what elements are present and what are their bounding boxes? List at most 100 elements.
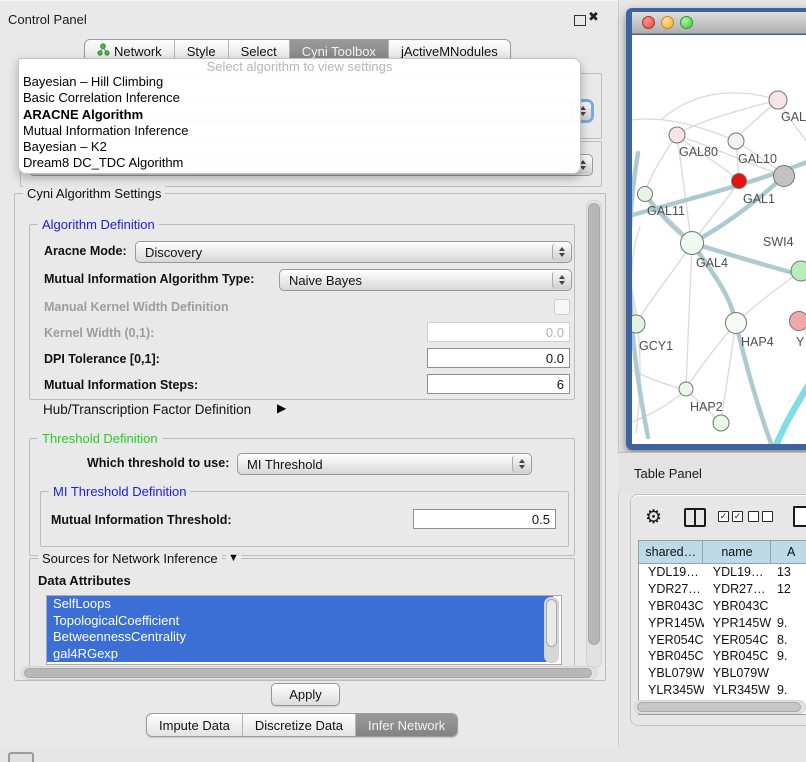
- mac-minimize-icon[interactable]: [661, 16, 674, 29]
- algorithm-option[interactable]: Bayesian – K2: [19, 139, 580, 155]
- mi-type-label: Mutual Information Algorithm Type:: [44, 272, 254, 286]
- network-edge[interactable]: [738, 271, 801, 321]
- close-window-icon[interactable]: ✖: [588, 9, 599, 25]
- table-cell: YBR043C: [704, 598, 772, 615]
- network-node-gal11[interactable]: [638, 187, 653, 202]
- gear-icon[interactable]: ⚙: [645, 506, 662, 529]
- table-horizontal-scrollbar[interactable]: [634, 700, 806, 714]
- node-label: GAL10: [738, 152, 777, 166]
- algorithm-dropdown-popup: Select algorithm to view settings Bayesi…: [18, 58, 581, 174]
- network-edge[interactable]: [773, 381, 806, 444]
- attribute-item[interactable]: gal4RGexp: [47, 646, 553, 663]
- table-row[interactable]: YER054CYER054C8.: [639, 631, 806, 648]
- deselect-all-icon[interactable]: [748, 511, 776, 529]
- network-node-gcy1[interactable]: [632, 315, 645, 333]
- select-all-icon[interactable]: ✓✓: [718, 511, 746, 529]
- mi-steps-field[interactable]: 6: [427, 374, 570, 394]
- table-cell: YDR27…: [704, 581, 772, 598]
- apply-button[interactable]: Apply: [271, 683, 340, 706]
- tab-impute-data[interactable]: Impute Data: [147, 714, 242, 736]
- node-label: HAP4: [741, 335, 774, 349]
- attribute-item[interactable]: TopologicalCoefficient: [47, 613, 553, 630]
- mac-close-icon[interactable]: [642, 16, 655, 29]
- network-node-hap2[interactable]: [679, 382, 693, 396]
- attribute-item[interactable]: BetweennessCentrality: [47, 629, 553, 646]
- network-node[interactable]: [713, 415, 729, 431]
- columns-icon[interactable]: [684, 508, 706, 527]
- algorithm-option[interactable]: Basic Correlation Inference: [19, 90, 580, 106]
- float-window-icon[interactable]: [574, 15, 586, 26]
- network-node-gal80[interactable]: [669, 127, 685, 143]
- mi-threshold-field[interactable]: 0.5: [413, 509, 556, 529]
- table-cell: YPR145W: [639, 614, 704, 631]
- dpi-tolerance-label: DPI Tolerance [0,1]:: [44, 352, 160, 366]
- network-canvas[interactable]: GALGAL80GAL10GAL1GAL11GAL4SWI4GCY1HAP4YH…: [632, 35, 806, 444]
- table-row[interactable]: YBR043CYBR043C: [639, 598, 806, 615]
- network-edge[interactable]: [686, 243, 692, 387]
- column-header[interactable]: name: [703, 541, 771, 563]
- network-node-y[interactable]: [790, 312, 806, 331]
- tab-label: Select: [241, 44, 277, 59]
- node-label: Y: [796, 335, 805, 349]
- table-cell: YBL079W: [704, 665, 772, 682]
- network-edge[interactable]: [687, 323, 736, 387]
- settings-horizontal-scrollbar[interactable]: [21, 666, 597, 680]
- algorithm-option[interactable]: ARACNE Algorithm: [19, 107, 580, 123]
- algorithm-option[interactable]: Bayesian – Hill Climbing: [19, 74, 580, 90]
- table-row[interactable]: YPR145WYPR145W9.: [639, 614, 806, 631]
- combo-stepper-icon: [512, 455, 530, 473]
- network-node-hap4[interactable]: [726, 313, 747, 334]
- table-panel-header: Table Panel: [618, 452, 806, 493]
- table-row[interactable]: YDL19…YDL19…13: [639, 564, 806, 581]
- mac-zoom-icon[interactable]: [680, 16, 693, 29]
- settings-vertical-scrollbar[interactable]: [586, 200, 602, 668]
- attributes-scrollbar[interactable]: [544, 597, 559, 663]
- tab-infer-network[interactable]: Infer Network: [355, 714, 457, 736]
- data-attributes-list[interactable]: SelfLoopsTopologicalCoefficientBetweenne…: [46, 595, 562, 665]
- table-row[interactable]: YBR045CYBR045C9.: [639, 648, 806, 665]
- network-edge[interactable]: [645, 135, 677, 192]
- dpi-tolerance-field[interactable]: 0.0: [427, 348, 570, 368]
- algorithm-option[interactable]: Mutual Information Inference: [19, 123, 580, 139]
- window-title: Control Panel: [8, 12, 87, 27]
- which-threshold-combobox[interactable]: MI Threshold: [237, 453, 532, 475]
- node-label: GAL4: [696, 256, 728, 270]
- network-edge[interactable]: [679, 100, 778, 133]
- mi-steps-label: Mutual Information Steps:: [44, 378, 198, 392]
- network-node-gal[interactable]: [769, 91, 787, 109]
- network-node-gal1[interactable]: [732, 174, 747, 189]
- network-edge[interactable]: [637, 243, 692, 322]
- table-row[interactable]: YLR345WYLR345W9.: [639, 682, 806, 699]
- network-node-swi4[interactable]: [791, 261, 806, 281]
- kernel-width-field[interactable]: 0.0: [427, 322, 570, 342]
- manual-kernel-checkbox[interactable]: [554, 299, 570, 315]
- kernel-width-label: Kernel Width (0,1):: [44, 326, 154, 340]
- network-node[interactable]: [774, 166, 795, 187]
- table-row[interactable]: YDR27…YDR27…12: [639, 581, 806, 598]
- network-node-gal4[interactable]: [681, 232, 704, 255]
- tab-label: Style: [187, 44, 216, 59]
- tab-discretize-data[interactable]: Discretize Data: [242, 714, 355, 736]
- algorithm-option[interactable]: Dream8 DC_TDC Algorithm: [19, 155, 580, 171]
- attribute-item[interactable]: SelfLoops: [47, 596, 553, 613]
- column-header[interactable]: A: [771, 541, 806, 563]
- column-header[interactable]: shared…: [639, 541, 703, 563]
- table-cell: [772, 665, 806, 682]
- docked-panel-icon[interactable]: [8, 752, 34, 762]
- table-cell: YPR145W: [704, 614, 772, 631]
- hub-definition-label[interactable]: Hub/Transcription Factor Definition: [43, 402, 251, 417]
- hub-expand-icon[interactable]: ▶: [277, 401, 286, 415]
- mi-threshold-groupbox: MI Threshold Definition Mutual Informati…: [40, 491, 569, 547]
- tab-label: Discretize Data: [255, 718, 343, 733]
- table-row[interactable]: YBL079WYBL079W: [639, 665, 806, 682]
- cyni-mode-tabs: Impute Data Discretize Data Infer Network: [146, 713, 458, 737]
- mi-algorithm-type-combobox[interactable]: Naive Bayes: [279, 269, 572, 291]
- import-table-icon[interactable]: [793, 506, 806, 527]
- node-label: HAP2: [690, 400, 723, 414]
- table-cell: YDL19…: [704, 564, 772, 581]
- aracne-mode-value: Discovery: [145, 245, 202, 260]
- network-window-titlebar[interactable]: [632, 12, 806, 34]
- sources-collapse-icon[interactable]: ▼: [226, 552, 241, 564]
- network-node-gal10[interactable]: [728, 133, 744, 149]
- aracne-mode-combobox[interactable]: Discovery: [135, 241, 572, 263]
